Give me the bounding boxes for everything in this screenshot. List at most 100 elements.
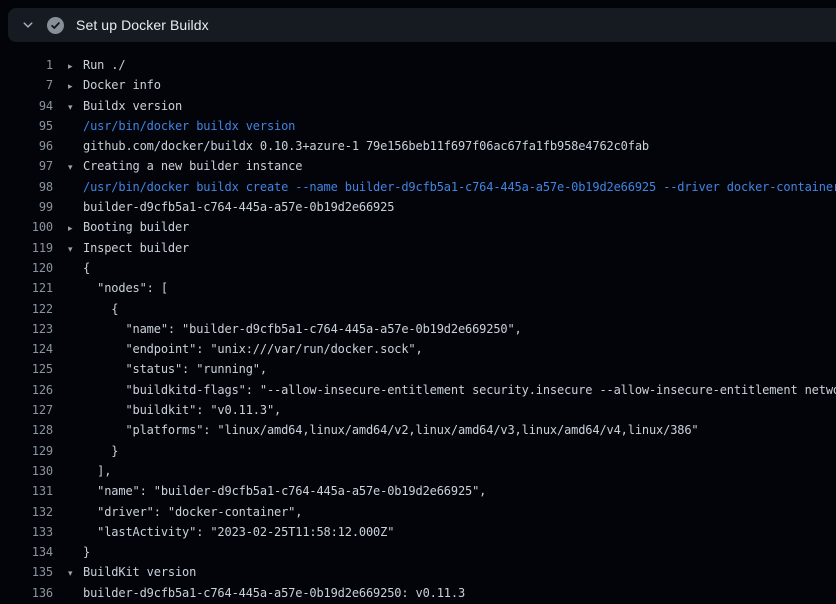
log-output-text: builder-d9cfb5a1-c764-445a-a57e-0b19d2e6… — [68, 583, 465, 603]
triangle-expanded-icon: ▾ — [68, 564, 83, 584]
log-line: 99 builder-d9cfb5a1-c764-445a-a57e-0b19d2… — [0, 197, 836, 217]
log-line: 120 { — [0, 258, 836, 278]
triangle-expanded-icon: ▾ — [68, 240, 83, 260]
log-area: 1▸Run ./7▸Docker info94▾Buildx version95… — [0, 42, 836, 604]
log-output-text: "driver": "docker-container", — [68, 502, 302, 522]
line-number[interactable]: 129 — [0, 441, 53, 461]
group-title: Booting builder — [83, 220, 189, 234]
log-output-text: builder-d9cfb5a1-c764-445a-a57e-0b19d2e6… — [68, 197, 394, 217]
line-number[interactable]: 132 — [0, 502, 53, 522]
log-line: 96 github.com/docker/buildx 0.10.3+azure-… — [0, 136, 836, 156]
log-line: 136 builder-d9cfb5a1-c764-445a-a57e-0b19d… — [0, 583, 836, 603]
line-number[interactable]: 96 — [0, 136, 53, 156]
line-number[interactable]: 7 — [0, 75, 53, 95]
step-header[interactable]: Set up Docker Buildx — [8, 8, 836, 42]
line-number[interactable]: 122 — [0, 299, 53, 319]
log-output-text: "endpoint": "unix:///var/run/docker.sock… — [68, 339, 423, 359]
group-title: Inspect builder — [83, 241, 189, 255]
line-number[interactable]: 97 — [0, 156, 53, 176]
log-output-text: "name": "builder-d9cfb5a1-c764-445a-a57e… — [68, 319, 522, 339]
log-group-toggle[interactable]: ▸Booting builder — [68, 217, 189, 237]
log-group-toggle[interactable]: ▾BuildKit version — [68, 562, 196, 582]
log-line: 130 ], — [0, 461, 836, 481]
log-output-text: { — [68, 299, 118, 319]
log-line: 122 { — [0, 299, 836, 319]
line-number[interactable]: 99 — [0, 197, 53, 217]
log-line: 94 ▾Buildx version — [0, 96, 836, 116]
log-output-text: "buildkitd-flags": "--allow-insecure-ent… — [68, 380, 836, 400]
line-number[interactable]: 120 — [0, 258, 53, 278]
triangle-expanded-icon: ▾ — [68, 158, 83, 178]
log-line: 98/usr/bin/docker buildx create --name b… — [0, 177, 836, 197]
triangle-collapsed-icon: ▸ — [68, 57, 83, 77]
log-line: 132 "driver": "docker-container", — [0, 502, 836, 522]
line-number[interactable]: 131 — [0, 481, 53, 501]
log-output-text: } — [68, 542, 90, 562]
line-number[interactable]: 123 — [0, 319, 53, 339]
line-number[interactable]: 121 — [0, 278, 53, 298]
log-line: 97 ▾Creating a new builder instance — [0, 156, 836, 176]
triangle-collapsed-icon: ▸ — [68, 219, 83, 239]
log-line: 100 ▸Booting builder — [0, 217, 836, 237]
line-number[interactable]: 135 — [0, 562, 53, 582]
line-number[interactable]: 128 — [0, 420, 53, 440]
group-title: Docker info — [83, 78, 161, 92]
log-output-text: "nodes": [ — [68, 278, 168, 298]
line-number[interactable]: 136 — [0, 583, 53, 603]
log-line: 119 ▾Inspect builder — [0, 238, 836, 258]
log-output-text: "name": "builder-d9cfb5a1-c764-445a-a57e… — [68, 481, 486, 501]
group-title: Buildx version — [83, 99, 182, 113]
line-number[interactable]: 1 — [0, 55, 53, 75]
log-group-toggle[interactable]: ▸Run ./ — [68, 55, 125, 75]
log-group-toggle[interactable]: ▸Docker info — [68, 75, 161, 95]
check-circle-icon — [47, 17, 64, 34]
log-line: 7 ▸Docker info — [0, 75, 836, 95]
log-command-text: /usr/bin/docker buildx create --name bui… — [68, 177, 836, 197]
chevron-down-icon[interactable] — [16, 13, 40, 37]
line-number[interactable]: 130 — [0, 461, 53, 481]
line-number[interactable]: 95 — [0, 116, 53, 136]
log-group-toggle[interactable]: ▾Buildx version — [68, 96, 182, 116]
line-number[interactable]: 134 — [0, 542, 53, 562]
log-group-toggle[interactable]: ▾Inspect builder — [68, 238, 189, 258]
line-number[interactable]: 100 — [0, 217, 53, 237]
line-number[interactable]: 126 — [0, 380, 53, 400]
line-number[interactable]: 119 — [0, 238, 53, 258]
group-title: Run ./ — [83, 58, 125, 72]
group-title: Creating a new builder instance — [83, 159, 302, 173]
log-output-text: "lastActivity": "2023-02-25T11:58:12.000… — [68, 522, 394, 542]
line-number[interactable]: 94 — [0, 96, 53, 116]
log-lines: 1▸Run ./7▸Docker info94▾Buildx version95… — [0, 55, 836, 603]
log-line: 131 "name": "builder-d9cfb5a1-c764-445a-… — [0, 481, 836, 501]
triangle-collapsed-icon: ▸ — [68, 77, 83, 97]
log-line: 123 "name": "builder-d9cfb5a1-c764-445a-… — [0, 319, 836, 339]
line-number[interactable]: 127 — [0, 400, 53, 420]
step-title: Set up Docker Buildx — [76, 17, 209, 33]
group-title: BuildKit version — [83, 565, 196, 579]
log-line: 133 "lastActivity": "2023-02-25T11:58:12… — [0, 522, 836, 542]
log-output-text: } — [68, 441, 118, 461]
line-number[interactable]: 125 — [0, 359, 53, 379]
log-output-text: "status": "running", — [68, 359, 267, 379]
log-line: 125 "status": "running", — [0, 359, 836, 379]
log-output-text: "platforms": "linux/amd64,linux/amd64/v2… — [68, 420, 699, 440]
log-line: 135 ▾BuildKit version — [0, 562, 836, 582]
line-number[interactable]: 124 — [0, 339, 53, 359]
log-group-toggle[interactable]: ▾Creating a new builder instance — [68, 156, 302, 176]
log-line: 124 "endpoint": "unix:///var/run/docker.… — [0, 339, 836, 359]
log-line: 126 "buildkitd-flags": "--allow-insecure… — [0, 380, 836, 400]
log-output-text: "buildkit": "v0.11.3", — [68, 400, 281, 420]
log-command-text: /usr/bin/docker buildx version — [68, 116, 295, 136]
log-line: 121 "nodes": [ — [0, 278, 836, 298]
log-output-text: { — [68, 258, 90, 278]
line-number[interactable]: 98 — [0, 177, 53, 197]
triangle-expanded-icon: ▾ — [68, 98, 83, 118]
log-output-text: github.com/docker/buildx 0.10.3+azure-1 … — [68, 136, 649, 156]
log-line: 128 "platforms": "linux/amd64,linux/amd6… — [0, 420, 836, 440]
log-line: 127 "buildkit": "v0.11.3", — [0, 400, 836, 420]
log-output-text: ], — [68, 461, 111, 481]
line-number[interactable]: 133 — [0, 522, 53, 542]
log-line: 95/usr/bin/docker buildx version — [0, 116, 836, 136]
log-line: 1 ▸Run ./ — [0, 55, 836, 75]
log-line: 134} — [0, 542, 836, 562]
